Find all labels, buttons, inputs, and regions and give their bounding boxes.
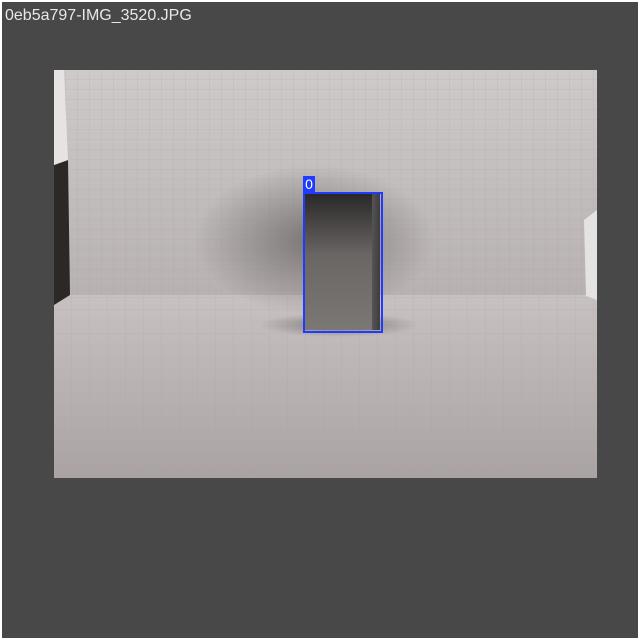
- detection-bounding-box: [303, 192, 383, 333]
- detection-class-label: 0: [303, 176, 315, 192]
- image-viewer: 0eb5a797-IMG_3520.JPG 0: [2, 2, 638, 638]
- image-filename: 0eb5a797-IMG_3520.JPG: [5, 7, 192, 24]
